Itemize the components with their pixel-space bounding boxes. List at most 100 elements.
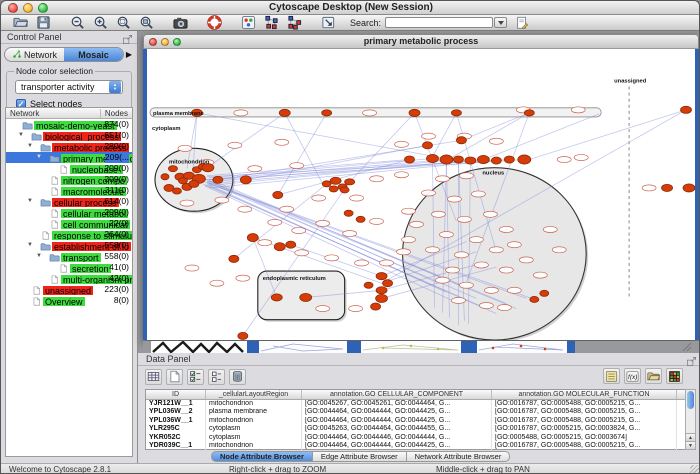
- network-node[interactable]: [213, 176, 223, 183]
- network-node-small[interactable]: [238, 206, 252, 212]
- color-attribute-dropdown[interactable]: transporter activity ▲▼: [15, 80, 123, 94]
- vizmapper-icon[interactable]: [241, 15, 256, 30]
- expander-icon[interactable]: ▼: [27, 196, 33, 207]
- network-node[interactable]: [273, 191, 283, 198]
- network-node-small[interactable]: [499, 267, 513, 273]
- network-node-small[interactable]: [552, 247, 566, 253]
- tab-edge-attribute-browser[interactable]: Edge Attribute Browser: [313, 451, 407, 462]
- network-node-small[interactable]: [457, 216, 471, 222]
- network-node-small[interactable]: [178, 145, 192, 151]
- network-node-small[interactable]: [349, 306, 363, 312]
- network-node-small[interactable]: [421, 190, 435, 196]
- network-node-small[interactable]: [248, 166, 262, 172]
- network-node-small[interactable]: [234, 110, 248, 116]
- tree-item-cell-communicat[interactable]: cell communicat22(0): [6, 218, 132, 229]
- network-node-small[interactable]: [471, 191, 485, 197]
- search-input[interactable]: [385, 17, 493, 28]
- network-node-small[interactable]: [484, 287, 498, 293]
- tree-item-biological-process[interactable]: ▼biological_process651(0): [6, 130, 132, 141]
- network-node-small[interactable]: [236, 275, 250, 281]
- attribute-list-icon[interactable]: [603, 368, 620, 384]
- network-node-small[interactable]: [574, 154, 588, 160]
- network-node-small[interactable]: [459, 173, 473, 179]
- tab-mosaic[interactable]: Mosaic: [64, 48, 123, 61]
- network-node-small[interactable]: [519, 257, 533, 263]
- import-network-icon[interactable]: [321, 15, 336, 30]
- network-node-small[interactable]: [439, 232, 453, 238]
- network-node[interactable]: [345, 179, 355, 185]
- column-header[interactable]: _cellularLayoutRegion: [206, 390, 302, 399]
- network-node-small[interactable]: [469, 237, 483, 243]
- network-node[interactable]: [356, 216, 365, 222]
- help-lifesaver-icon[interactable]: [207, 15, 222, 30]
- network-node[interactable]: [238, 332, 248, 339]
- table-row[interactable]: YLR295Ccytoplasm[GO:0045263, GO:0044464,…: [146, 425, 690, 433]
- network-edge[interactable]: [526, 110, 686, 161]
- network-node[interactable]: [376, 273, 387, 280]
- annotation-editor-icon[interactable]: [515, 16, 529, 30]
- network-node-small[interactable]: [275, 139, 289, 145]
- network-node[interactable]: [300, 293, 312, 301]
- network-node[interactable]: [229, 255, 239, 262]
- network-node[interactable]: [376, 287, 387, 294]
- network-node-small[interactable]: [258, 240, 272, 246]
- network-node-small[interactable]: [312, 195, 326, 201]
- tree-item-establishment-of-lo[interactable]: ▼establishment of lo558(0): [6, 240, 132, 251]
- network-node-small[interactable]: [507, 242, 521, 248]
- new-attribute-icon[interactable]: [166, 369, 183, 385]
- network-node[interactable]: [329, 186, 338, 192]
- network-node[interactable]: [451, 110, 461, 116]
- zoom-region-icon[interactable]: [139, 15, 154, 30]
- tree-item-overview[interactable]: Overview8(0): [6, 295, 132, 306]
- expander-icon[interactable]: ▼: [18, 130, 24, 141]
- network-node-small[interactable]: [316, 306, 330, 312]
- column-header[interactable]: annotation.GO CELLULAR_COMPONENT: [302, 390, 492, 399]
- network-node[interactable]: [322, 110, 332, 116]
- import-attributes-icon[interactable]: [645, 368, 662, 384]
- network-node-small[interactable]: [280, 206, 294, 212]
- network-node-small[interactable]: [395, 172, 409, 178]
- expander-icon[interactable]: ▼: [27, 240, 33, 251]
- network-node[interactable]: [340, 187, 349, 193]
- network-node[interactable]: [540, 290, 549, 296]
- unselect-all-icon[interactable]: [208, 369, 225, 385]
- network-node[interactable]: [681, 106, 692, 113]
- network-node-small[interactable]: [507, 287, 521, 293]
- network-node-small[interactable]: [316, 220, 330, 226]
- network-node-small[interactable]: [350, 195, 364, 201]
- network-edge[interactable]: [481, 114, 599, 161]
- tree-item-metabolic-process[interactable]: ▼metabolic process280(0): [6, 141, 132, 152]
- column-header[interactable]: ID: [146, 390, 206, 399]
- network-node-small[interactable]: [435, 176, 449, 182]
- network-node-small[interactable]: [425, 247, 439, 253]
- network-node[interactable]: [322, 181, 331, 187]
- column-header[interactable]: annotation.GO MOLECULAR_FUNCTION: [492, 390, 677, 399]
- tree-item-cellular-metabol[interactable]: cellular metabol209(0): [6, 207, 132, 218]
- network-node-small[interactable]: [185, 265, 199, 271]
- table-row[interactable]: YPL036W__2plasma membrane[GO:0044464, GO…: [146, 408, 690, 416]
- network-node-small[interactable]: [459, 282, 473, 288]
- network-node-small[interactable]: [228, 142, 242, 148]
- matrix-view-icon[interactable]: [666, 368, 683, 384]
- tree-item-macromolecule[interactable]: macromolecule311(0): [6, 185, 132, 196]
- network-edge[interactable]: [278, 113, 327, 195]
- network-node[interactable]: [286, 241, 296, 248]
- network-node[interactable]: [409, 109, 420, 116]
- network-node-small[interactable]: [642, 185, 656, 191]
- expander-icon[interactable]: ▼: [36, 152, 42, 163]
- network-node[interactable]: [477, 155, 489, 163]
- network-node[interactable]: [422, 142, 432, 149]
- expander-icon[interactable]: ▼: [27, 141, 33, 152]
- network-node-small[interactable]: [431, 211, 445, 217]
- network-node[interactable]: [344, 210, 353, 216]
- network-node-small[interactable]: [451, 297, 465, 303]
- network-node-small[interactable]: [402, 237, 416, 243]
- network-node[interactable]: [274, 243, 285, 251]
- network-node-small[interactable]: [343, 230, 357, 236]
- network-node[interactable]: [683, 184, 695, 192]
- network-node[interactable]: [405, 156, 415, 163]
- tree-item-response-to-stimulu[interactable]: response to stimulu264(0): [6, 229, 132, 240]
- network-node[interactable]: [279, 109, 290, 116]
- layout-nodes-a-icon[interactable]: [264, 15, 279, 30]
- network-node-small[interactable]: [497, 305, 511, 311]
